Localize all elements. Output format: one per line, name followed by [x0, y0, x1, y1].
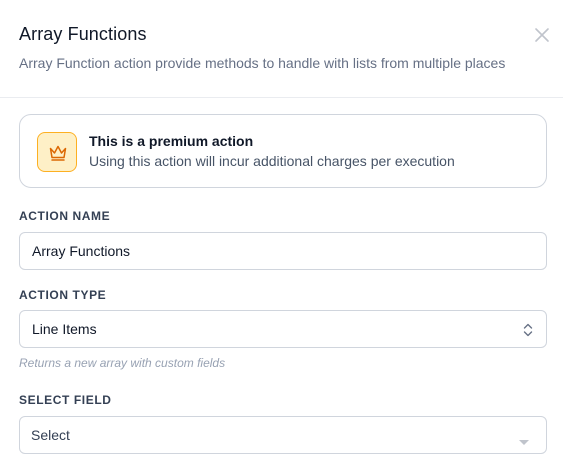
- close-icon[interactable]: [533, 26, 551, 44]
- crown-icon: [37, 132, 77, 172]
- action-name-field[interactable]: [19, 232, 547, 270]
- action-name-label: ACTION NAME: [19, 209, 111, 223]
- action-type-value: Line Items: [32, 321, 97, 337]
- select-field-value: Select: [31, 427, 70, 443]
- premium-banner: This is a premium action Using this acti…: [19, 114, 547, 188]
- premium-description: Using this action will incur additional …: [89, 153, 455, 169]
- select-field-label: SELECT FIELD: [19, 393, 112, 407]
- modal-subtitle: Array Function action provide methods to…: [19, 55, 506, 71]
- premium-title: This is a premium action: [89, 133, 254, 149]
- modal-header: Array Functions Array Function action pr…: [0, 0, 563, 98]
- action-type-label: ACTION TYPE: [19, 288, 107, 302]
- modal-title: Array Functions: [19, 24, 147, 44]
- action-type-select[interactable]: Line Items: [19, 310, 547, 348]
- up-down-chevron-icon: [522, 322, 534, 343]
- action-name-input[interactable]: [20, 233, 546, 269]
- caret-down-icon: [518, 433, 530, 451]
- select-field-select[interactable]: Select: [19, 416, 547, 454]
- action-type-help: Returns a new array with custom fields: [19, 356, 226, 370]
